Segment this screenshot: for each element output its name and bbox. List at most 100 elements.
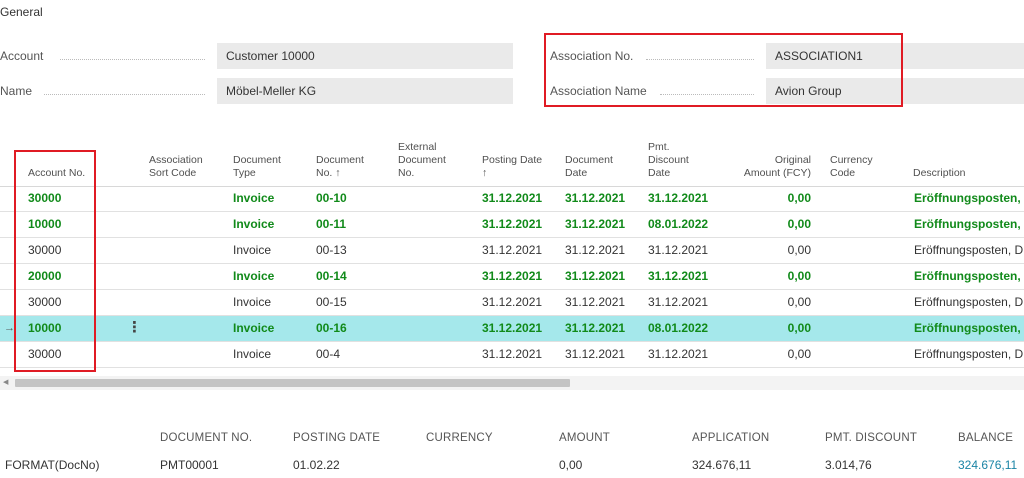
cell-association-sort-code [149,212,227,237]
cell-description: Eröffnungsposten, D [914,295,1024,309]
summary-header-currency: CURRENCY [426,432,493,444]
summary-document-no: PMT00001 [160,458,219,472]
cell-external-document-no [398,342,476,367]
summary-header-amount: AMOUNT [559,432,611,444]
col-header-posting-date[interactable]: Posting Date ↑ [482,133,560,186]
cell-original-amount-fcy: 0,00 [787,321,811,335]
cell-document-type: Invoice [233,321,275,335]
cell-pmt-discount-date: 31.12.2021 [648,243,709,257]
summary-header-balance: BALANCE [958,432,1014,444]
cell-document-type: Invoice [233,269,275,283]
cell-original-amount-fcy: 0,00 [787,269,811,283]
name-field[interactable]: Möbel-Meller KG [217,78,513,104]
name-label-text: Name [0,84,33,98]
cell-original-amount-fcy: 0,00 [787,243,811,257]
summary-header-pmt-discount: PMT. DISCOUNT [825,432,918,444]
cell-association-sort-code [149,342,227,367]
col-header-document-date[interactable]: Document Date [565,133,643,186]
cell-document-date: 31.12.2021 [565,269,626,283]
col-header-association-sort-code[interactable]: Association Sort Code [149,133,227,186]
cell-document-no[interactable]: 00-4 [316,342,394,367]
association-highlight-frame [544,33,903,107]
cell-document-date: 31.12.2021 [565,191,626,205]
cell-document-no[interactable]: 00-11 [316,212,394,237]
col-header-currency-code[interactable]: Currency Code [830,133,908,186]
cell-document-no[interactable]: 00-14 [316,264,394,289]
table-row[interactable]: 30000 Invoice 00-15 31.12.2021 31.12.2021 31.… [0,290,1024,316]
cell-original-amount-fcy: 0,00 [787,295,811,309]
cell-external-document-no [398,212,476,237]
cell-currency-code [830,212,908,237]
ledger-entries-grid: Account No. Association Sort Code Docume… [0,133,1024,391]
cell-document-no[interactable]: 00-16 [316,316,394,341]
cell-document-date: 31.12.2021 [565,347,626,361]
cell-pmt-discount-date: 31.12.2021 [648,295,709,309]
summary-posting-date: 01.02.22 [293,458,340,472]
cell-external-document-no [398,238,476,263]
cell-pmt-discount-date: 31.12.2021 [648,269,709,283]
cell-document-date: 31.12.2021 [565,217,626,231]
cell-description: Eröffnungsposten, D [914,243,1024,257]
cell-currency-code [830,342,908,367]
summary-header-document-no: DOCUMENT NO. [160,432,253,444]
cell-document-no[interactable]: 00-15 [316,290,394,315]
table-row[interactable]: 30000 Invoice 00-10 31.12.2021 31.12.2021 31.… [0,186,1024,212]
cell-document-type: Invoice [233,243,272,257]
cell-posting-date: 31.12.2021 [482,243,543,257]
summary-application: 324.676,11 [692,458,752,472]
cell-document-type: Invoice [233,191,275,205]
col-header-original-amount-fcy[interactable]: Original Amount (FCY) [730,133,811,186]
account-field[interactable]: Customer 10000 [217,43,513,69]
col-header-description[interactable]: Description [913,133,1024,186]
cell-document-type: Invoice [233,295,272,309]
cell-posting-date: 31.12.2021 [482,347,543,361]
cell-description: Eröffnungsposten, D [914,217,1024,231]
summary-pmt-discount: 3.014,76 [825,458,872,472]
cell-original-amount-fcy: 0,00 [787,191,811,205]
cell-document-no[interactable]: 00-10 [316,186,394,211]
cell-description: Eröffnungsposten, D [914,269,1024,283]
summary-balance-link[interactable]: 324.676,11 [958,458,1017,472]
cell-currency-code [830,264,908,289]
cell-external-document-no [398,316,476,341]
cell-original-amount-fcy: 0,00 [787,347,811,361]
cell-document-date: 31.12.2021 [565,295,626,309]
table-row[interactable]: → ⋮ 10000 Invoice 00-16 31.12.2021 31.12.2021 0… [0,316,1024,342]
summary-header-application: APPLICATION [692,432,770,444]
summary-format-label: FORMAT(DocNo) [5,458,100,472]
cell-external-document-no [398,186,476,211]
cell-document-type: Invoice [233,217,275,231]
cell-document-date: 31.12.2021 [565,321,626,335]
cell-association-sort-code [149,186,227,211]
cell-document-no[interactable]: 00-13 [316,238,394,263]
cell-external-document-no [398,290,476,315]
table-row[interactable]: 30000 Invoice 00-13 31.12.2021 31.12.2021 31.… [0,238,1024,264]
cell-description: Eröffnungsposten, D [914,347,1024,361]
cell-posting-date: 31.12.2021 [482,269,543,283]
table-row[interactable]: 30000 Invoice 00-4 31.12.2021 31.12.2021 31.1… [0,342,1024,368]
table-row[interactable]: 10000 Invoice 00-11 31.12.2021 31.12.2021 08.… [0,212,1024,238]
col-header-document-type[interactable]: Document Type [233,133,311,186]
scroll-left-arrow-icon[interactable]: ◀ [3,376,8,390]
scrollbar-thumb[interactable] [15,379,570,387]
horizontal-scrollbar[interactable]: ◀ [0,376,1024,390]
cell-association-sort-code [149,290,227,315]
col-header-document-no[interactable]: Document No. ↑ [316,133,394,186]
cell-posting-date: 31.12.2021 [482,191,543,205]
cell-external-document-no [398,264,476,289]
col-header-pmt-discount-date[interactable]: Pmt. Discount Date [648,133,726,186]
table-row[interactable]: 20000 Invoice 00-14 31.12.2021 31.12.2021 31.… [0,264,1024,290]
cell-currency-code [830,186,908,211]
cell-original-amount-fcy: 0,00 [787,217,811,231]
summary-amount: 0,00 [559,458,583,472]
account-label-text: Account [0,49,44,63]
summary-header-posting-date: POSTING DATE [293,432,381,444]
col-header-external-document-no[interactable]: External Document No. [398,133,476,186]
name-label: Name [0,78,213,104]
cell-association-sort-code [149,238,227,263]
cell-pmt-discount-date: 08.01.2022 [648,217,709,231]
row-actions-menu-icon[interactable]: ⋮ [127,316,142,340]
cell-pmt-discount-date: 08.01.2022 [648,321,709,335]
cell-currency-code [830,290,908,315]
cell-posting-date: 31.12.2021 [482,295,543,309]
